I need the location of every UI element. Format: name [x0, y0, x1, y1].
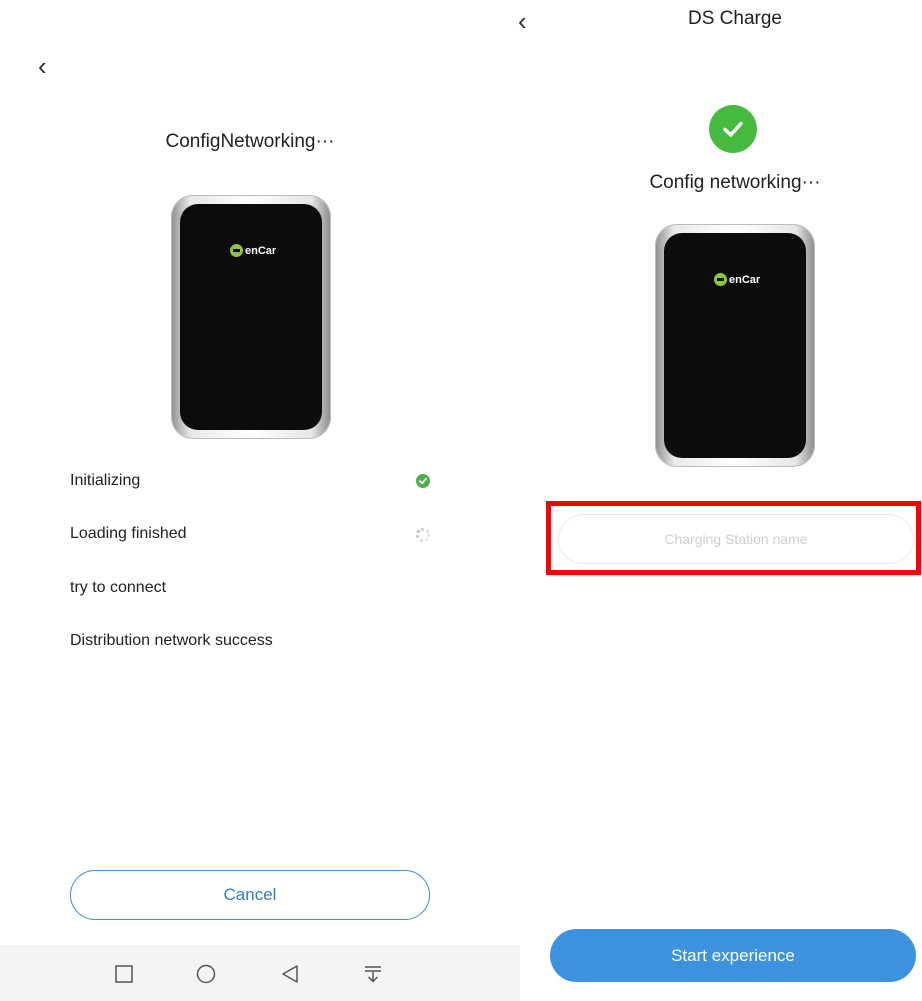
logo-text: enCar [245, 244, 277, 257]
success-check-icon [709, 105, 757, 153]
charger-device-image: enCar [655, 224, 815, 467]
header-title: DS Charge [688, 8, 782, 29]
charger-device-image: enCar [171, 195, 331, 439]
step-loading-finished: Loading finished [70, 525, 187, 542]
loading-spinner-icon [416, 528, 430, 542]
step-try-to-connect: try to connect [70, 579, 167, 596]
check-circle-icon [416, 474, 430, 488]
charging-station-name-input[interactable] [558, 514, 914, 564]
brand-logo-icon [230, 244, 243, 257]
page-title: ConfigNetworking··· [165, 131, 335, 152]
circle-home-icon[interactable] [196, 964, 216, 989]
config-networking-label: Config networking··· [649, 172, 821, 193]
triangle-back-icon[interactable] [281, 964, 299, 989]
step-distribution-network-success: Distribution network success [70, 632, 273, 649]
square-recent-icon[interactable] [115, 965, 133, 988]
brand-logo-icon [714, 273, 727, 286]
notification-pulldown-icon[interactable] [364, 965, 382, 988]
logo-text: enCar [729, 273, 761, 286]
back-chevron-icon[interactable]: ‹ [38, 53, 47, 79]
start-experience-button[interactable]: Start experience [550, 929, 916, 982]
back-chevron-icon[interactable]: ‹ [518, 8, 527, 34]
step-initializing: Initializing [70, 472, 141, 489]
charger-logo: enCar [714, 273, 760, 286]
cancel-button[interactable]: Cancel [70, 870, 430, 920]
system-navigation-bar [0, 945, 520, 1001]
charger-logo: enCar [230, 244, 276, 257]
